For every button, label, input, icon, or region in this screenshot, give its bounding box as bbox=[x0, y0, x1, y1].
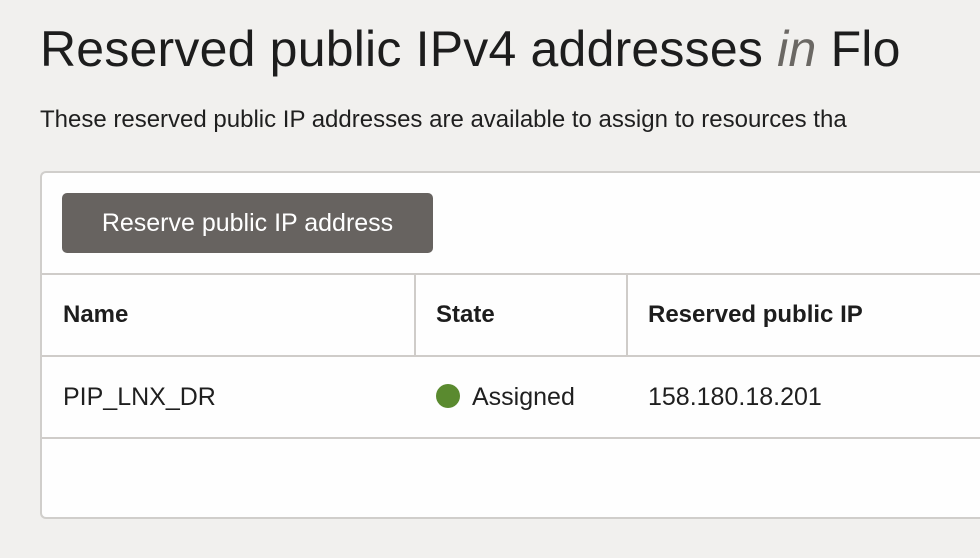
reserved-ip-panel: Reserve public IP address Name State Res… bbox=[40, 171, 980, 519]
column-header-name[interactable]: Name bbox=[63, 275, 128, 355]
status-assigned-icon bbox=[436, 384, 460, 409]
table-toolbar: Reserve public IP address bbox=[42, 173, 980, 275]
column-header-state[interactable]: State bbox=[436, 275, 495, 355]
page-title-in: in bbox=[777, 21, 817, 77]
reserve-public-ip-button[interactable]: Reserve public IP address bbox=[62, 193, 433, 253]
row-state: Assigned bbox=[436, 357, 575, 437]
page-title-main: Reserved public IPv4 addresses bbox=[40, 21, 764, 77]
column-divider[interactable] bbox=[414, 275, 416, 355]
table-header-row: Name State Reserved public IP bbox=[42, 275, 980, 357]
row-state-label: Assigned bbox=[472, 383, 575, 411]
column-divider[interactable] bbox=[626, 275, 628, 355]
column-header-reserved-public-ip[interactable]: Reserved public IP bbox=[648, 275, 863, 355]
row-name-link[interactable]: PIP_LNX_DR bbox=[63, 357, 216, 437]
reserved-ip-table: Name State Reserved public IP PIP_LNX_DR… bbox=[42, 275, 980, 439]
page-title-compartment: Flo bbox=[830, 21, 901, 77]
page-title: Reserved public IPv4 addresses in Flo bbox=[40, 18, 901, 80]
table-row: PIP_LNX_DR Assigned 158.180.18.201 bbox=[42, 357, 980, 439]
page-description: These reserved public IP addresses are a… bbox=[40, 106, 847, 133]
row-reserved-public-ip: 158.180.18.201 bbox=[648, 383, 822, 411]
